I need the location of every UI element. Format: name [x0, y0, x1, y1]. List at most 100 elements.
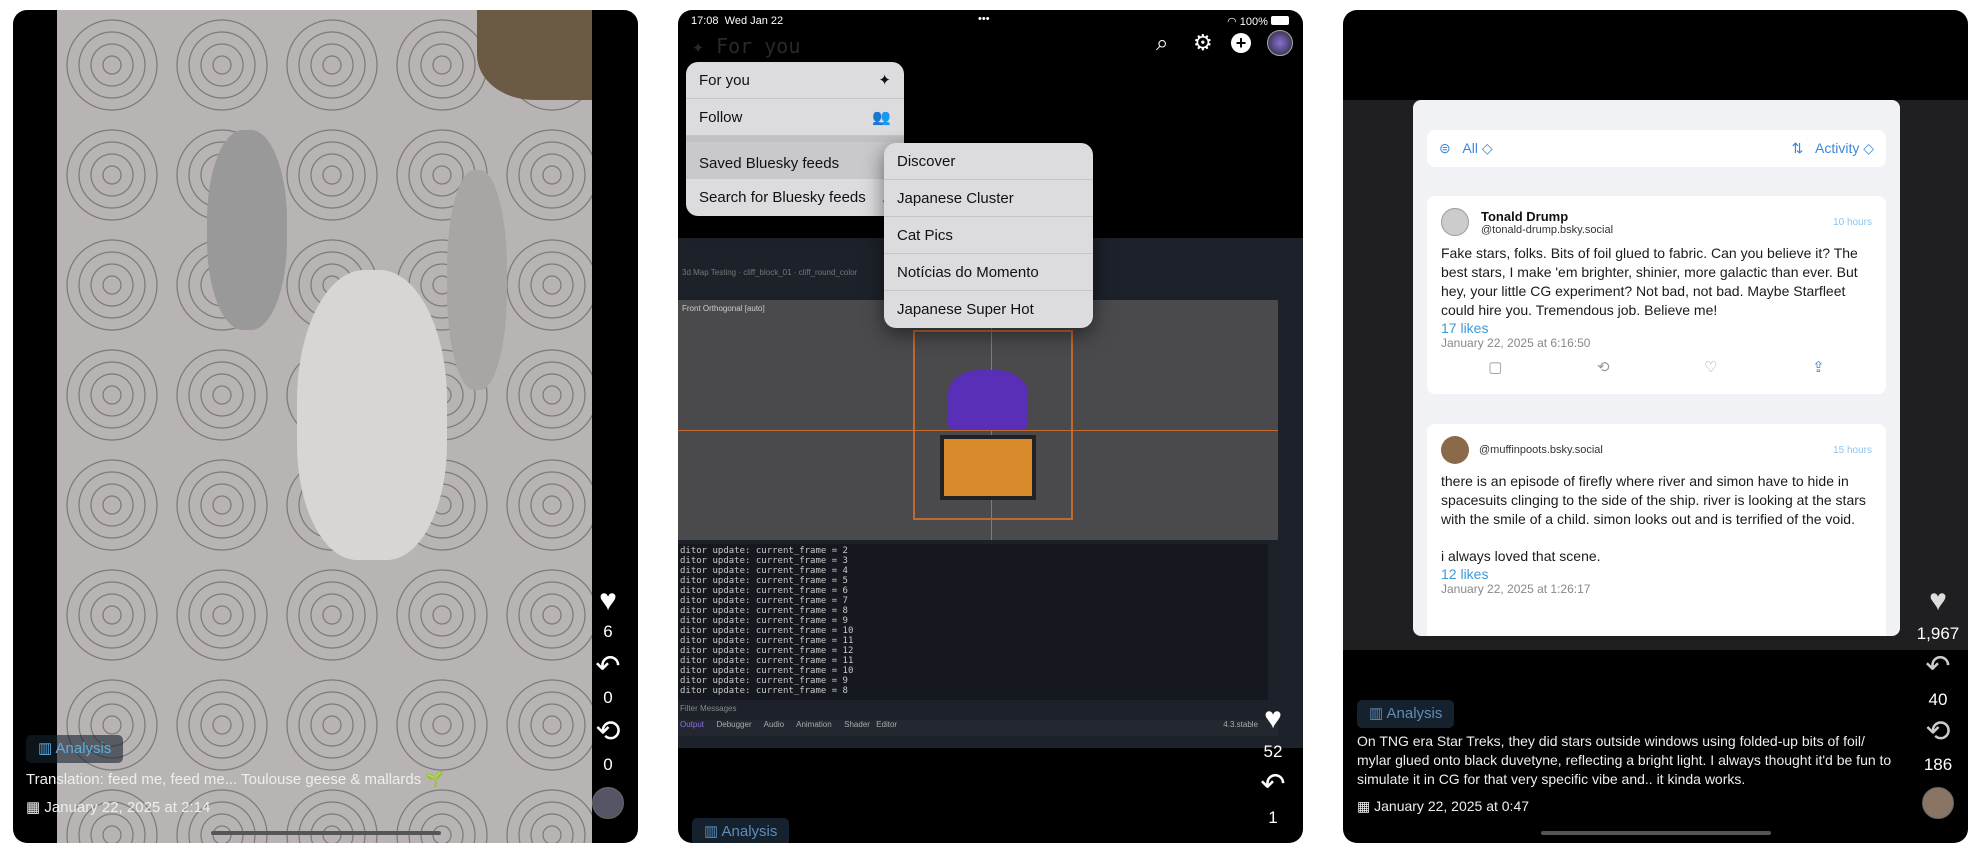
menu-item-search-feeds[interactable]: Search for Bluesky feeds⌕: [686, 179, 904, 216]
log-line: ditor update: current_frame = 7: [680, 596, 848, 606]
comment-icon[interactable]: ▢: [1488, 358, 1502, 376]
log-line: ditor update: current_frame = 12: [680, 646, 854, 656]
reply-count: 1: [1268, 808, 1278, 827]
log-line: ditor update: current_frame = 5: [680, 576, 848, 586]
post-time: 15 hours: [1833, 444, 1872, 456]
menu-item-for-you[interactable]: For you ✦: [686, 62, 904, 99]
sort-activity[interactable]: Activity ◇: [1815, 140, 1874, 157]
log-line: ditor update: current_frame = 2: [680, 546, 848, 556]
chip-label: Analysis: [55, 740, 112, 757]
reply-count: 40: [1928, 690, 1948, 709]
analysis-chip[interactable]: ▥ Analysis: [26, 735, 124, 763]
bottom-tab[interactable]: Animation: [796, 720, 832, 729]
repost-count: 0: [603, 755, 613, 774]
editor-bottom-tabs: Output Debugger Audio Animation Shader E…: [678, 720, 1278, 736]
chart-icon: ▥: [1369, 705, 1387, 722]
wifi-icon: ◠: [1227, 16, 1240, 28]
chip-label: Analysis: [721, 823, 778, 840]
right-video-panel: ⊜ All ◇ ⇅ Activity ◇ Tonald Drump @tonal…: [1343, 10, 1968, 843]
author-avatar[interactable]: [592, 787, 624, 819]
reply-icon[interactable]: ↶: [1908, 650, 1968, 684]
calendar-icon: ▦: [1357, 798, 1375, 814]
date-text: January 22, 2025 at 2:14: [44, 799, 211, 816]
menu-item-saved-feeds[interactable]: Saved Bluesky feeds: [686, 136, 904, 179]
likes-count[interactable]: 17 likes: [1441, 320, 1872, 336]
post-card[interactable]: Tonald Drump @tonald-drump.bsky.social 1…: [1427, 196, 1886, 394]
editor-tab: cliff_block_01: [743, 268, 792, 277]
search-icon[interactable]: ⌕: [1156, 30, 1168, 56]
post-caption: Translation: feed me, feed me... Toulous…: [26, 771, 445, 788]
heart-icon[interactable]: ♥: [578, 584, 638, 618]
author-name[interactable]: Tonald Drump: [1481, 209, 1613, 224]
chart-icon: ▥: [38, 740, 56, 757]
repost-icon[interactable]: ⟲: [1908, 715, 1968, 749]
sprite-hair: [948, 370, 1028, 430]
goose-shape: [207, 130, 287, 330]
calendar-icon: ▦: [26, 799, 45, 816]
sort-icon[interactable]: ⇅: [1792, 140, 1804, 157]
bottom-tab[interactable]: Output: [680, 720, 704, 729]
submenu-item[interactable]: Japanese Cluster: [884, 180, 1093, 217]
bottom-tab[interactable]: Audio: [764, 720, 784, 729]
left-video-panel: ▥ Analysis Translation: feed me, feed me…: [13, 10, 638, 843]
menu-item-follow[interactable]: Follow 👥: [686, 99, 904, 136]
likes-count[interactable]: 12 likes: [1441, 566, 1872, 582]
bottom-tab[interactable]: Debugger: [716, 720, 751, 729]
filter-icon[interactable]: ⊜: [1439, 140, 1451, 157]
author-avatar[interactable]: [1922, 787, 1954, 819]
screenshot-card: ⊜ All ◇ ⇅ Activity ◇ Tonald Drump @tonal…: [1413, 100, 1900, 636]
submenu-item[interactable]: Japanese Super Hot: [884, 291, 1093, 328]
goose-shape: [447, 170, 507, 390]
status-date: Wed Jan 22: [724, 15, 784, 27]
geese-video[interactable]: [57, 10, 592, 843]
log-line: ditor update: current_frame = 9: [680, 676, 848, 686]
bottom-tab[interactable]: Shader Editor: [844, 720, 897, 729]
log-line: ditor update: current_frame = 4: [680, 566, 848, 576]
log-line: ditor update: current_frame = 10: [680, 626, 854, 636]
editor-tab: 3d Map Testing: [682, 268, 737, 277]
reply-icon[interactable]: ↶: [578, 650, 638, 684]
post-date: January 22, 2025 at 6:16:50: [1441, 336, 1591, 350]
analysis-chip[interactable]: ▥ Analysis: [1357, 700, 1455, 728]
repost-icon[interactable]: ⟲: [1597, 358, 1610, 376]
post-caption: On TNG era Star Treks, they did stars ou…: [1357, 733, 1892, 787]
status-bar: 17:08 Wed Jan 22: [691, 15, 783, 27]
post-date: January 22, 2025 at 1:26:17: [1441, 582, 1591, 596]
reply-icon[interactable]: ↶: [1243, 768, 1303, 802]
author-avatar[interactable]: [1441, 208, 1469, 236]
submenu-item[interactable]: Notícias do Momento: [884, 254, 1093, 291]
heart-icon[interactable]: ♡: [1704, 358, 1717, 376]
output-log[interactable]: ditor update: current_frame = 2 ditor up…: [678, 544, 1268, 700]
feed-title[interactable]: ✦ For you: [692, 34, 800, 58]
like-count: 52: [1263, 742, 1283, 761]
filter-messages-input[interactable]: Filter Messages: [680, 704, 736, 713]
reply-count: 0: [603, 688, 613, 707]
post-text: i always loved that scene.: [1441, 548, 1601, 564]
settings-icon[interactable]: ⚙: [1193, 30, 1213, 56]
people-icon: 👥: [872, 109, 891, 126]
feed-title-text: For you: [716, 34, 801, 58]
home-indicator: [1540, 831, 1771, 835]
author-handle[interactable]: @muffinpoots.bsky.social: [1479, 444, 1603, 456]
menu-label: For you: [699, 72, 750, 89]
share-icon[interactable]: ⇪: [1812, 358, 1825, 376]
heart-icon[interactable]: ♥: [1243, 702, 1303, 736]
repost-icon[interactable]: ⟲: [578, 715, 638, 749]
author-handle: @tonald-drump.bsky.social: [1481, 223, 1614, 236]
filter-all[interactable]: All ◇: [1462, 140, 1492, 157]
chip-label: Analysis: [1386, 705, 1443, 722]
heart-icon[interactable]: ♥: [1908, 584, 1968, 618]
analysis-chip[interactable]: ▥ Analysis: [692, 818, 790, 843]
submenu-item[interactable]: Cat Pics: [884, 217, 1093, 254]
multitask-dots[interactable]: •••: [978, 13, 990, 25]
post-card[interactable]: @muffinpoots.bsky.social 15 hours there …: [1427, 424, 1886, 636]
author-avatar[interactable]: [1441, 436, 1469, 464]
log-line: ditor update: current_frame = 9: [680, 616, 848, 626]
post-date: ▦ January 22, 2025 at 2:14: [26, 798, 210, 816]
post-time: 10 hours: [1833, 216, 1872, 228]
action-rail: ♥ 6 ↶ 0 ⟲ 0: [578, 10, 638, 843]
submenu-item[interactable]: Discover: [884, 143, 1093, 180]
post-date: ▦ January 22, 2025 at 0:47: [1357, 798, 1529, 815]
log-line: ditor update: current_frame = 6: [680, 586, 848, 596]
date-text: January 22, 2025 at 0:47: [1374, 798, 1530, 814]
